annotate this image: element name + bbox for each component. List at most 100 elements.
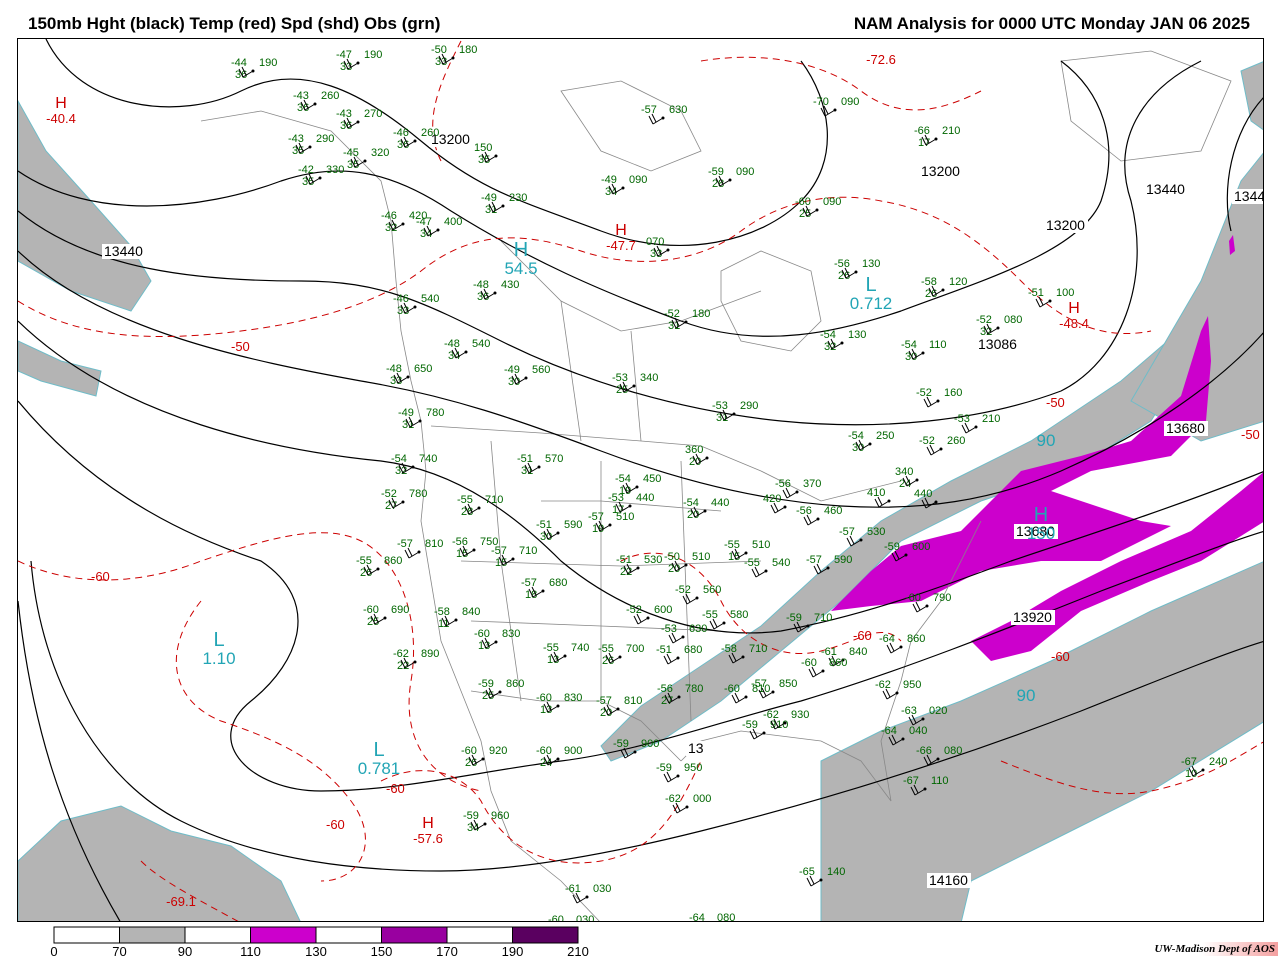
obs-temp: -46 [381,210,397,222]
obs-height: 440 [636,492,654,504]
obs-temp: -59 [884,541,900,553]
state-lines-1 [490,440,522,702]
obs-height: 110 [929,339,947,351]
obs-temp: -54 [391,453,407,465]
speed-colorbar [53,926,579,944]
obs-temp: -55 [702,609,718,621]
obs-height: 530 [644,554,662,566]
height-label: 13440 [1146,181,1185,197]
obs-height: 590 [834,554,852,566]
height-label: 13440 [1234,188,1264,204]
obs-height: 710 [519,545,537,557]
chart-title-left: 150mb Hght (black) Temp (red) Spd (shd) … [28,14,441,33]
obs-temp: -47 [336,49,352,61]
obs-temp: -52 [976,314,992,326]
obs-temp: -46 [393,127,409,139]
obs-temp: -48 [473,279,489,291]
obs-height: 710 [485,494,503,506]
obs-temp: -51 [656,644,672,656]
obs-temp: -59 [613,738,629,750]
obs-temp: -50 [664,551,680,563]
obs-height: 650 [414,363,432,375]
obs-temp: -64 [689,912,705,922]
colorbar-segment-7 [512,926,579,944]
obs-temp: -51 [1028,287,1044,299]
obs-height: 040 [909,725,927,737]
obs-height: 000 [693,793,711,805]
obs-temp: -50 [431,44,447,56]
height-label: 13440 [104,243,143,259]
obs-height: 960 [491,810,509,822]
obs-temp: -43 [293,90,309,102]
obs-height: 410 [867,487,885,499]
obs-temp: -66 [914,125,930,137]
temp-contour-2 [18,532,482,792]
obs-temp: -55 [598,643,614,655]
obs-height: 030 [593,883,611,895]
us-canada-border [430,425,902,502]
obs-temp: -55 [744,557,760,569]
obs-temp: -55 [724,539,740,551]
speed-center-letter: H [514,239,528,261]
obs-height: 450 [643,473,661,485]
obs-temp: -54 [820,329,836,341]
obs-height: 080 [717,912,735,922]
obs-height: 430 [501,279,519,291]
obs-height: 080 [1004,314,1022,326]
obs-temp: -57 [839,526,855,538]
obs-temp: -60 [724,683,740,695]
obs-temp: -62 [665,793,681,805]
temp-center-value: -48.4 [1059,316,1089,331]
obs-height: 860 [829,657,847,669]
obs-height: 830 [502,628,520,640]
credit-logo: UW-Madison Dept of AOS [1151,942,1278,956]
temp-center-value: -72.6 [866,52,896,67]
obs-temp: -57 [491,545,507,557]
obs-temp: -49 [601,174,617,186]
speed-center-value: 90 [1037,431,1056,450]
obs-temp: -56 [657,683,673,695]
alaska [200,110,392,222]
obs-height: 630 [689,623,707,635]
obs-temp: -56 [775,478,791,490]
chart-title-right: NAM Analysis for 0000 UTC Monday JAN 06 … [853,14,1250,33]
obs-temp: -59 [463,810,479,822]
obs-height: 580 [730,609,748,621]
obs-temp: -67 [1181,756,1197,768]
colorbar-segment-6 [446,926,513,944]
obs-temp: -54 [901,339,917,351]
obs-temp: -63 [901,705,917,717]
obs-height: 180 [459,44,477,56]
obs-height: 400 [444,216,462,228]
obs-temp: -59 [786,612,802,624]
colorbar-segment-4 [315,926,382,944]
obs-temp: -46 [393,293,409,305]
obs-height: 590 [564,519,582,531]
colorbar-tick-90: 90 [177,944,193,959]
temp-center-letter: H [615,222,627,239]
canada-interior-1 [500,240,762,332]
obs-height: 950 [903,679,921,691]
obs-temp: -60 [536,745,552,757]
obs-temp: -49 [481,192,497,204]
colorbar-tick-210: 210 [567,944,589,959]
obs-temp: -70 [813,96,829,108]
obs-height: 260 [947,435,965,447]
obs-temp: -56 [834,258,850,270]
obs-temp: -62 [393,648,409,660]
obs-temp: -60 [548,914,564,922]
obs-height: 030 [576,914,594,922]
obs-height: 440 [914,488,932,500]
obs-temp: -60 [795,196,811,208]
obs-temp: -53 [661,623,677,635]
height-label: 13086 [978,336,1017,352]
obs-height: 680 [684,644,702,656]
obs-height: 150 [474,142,492,154]
obs-height: 690 [391,604,409,616]
obs-height: 600 [912,541,930,553]
obs-temp: -53 [712,400,728,412]
colorbar-segment-2 [184,926,251,944]
colorbar-segment-0 [53,926,120,944]
obs-temp: -57 [751,678,767,690]
obs-height: 840 [462,606,480,618]
